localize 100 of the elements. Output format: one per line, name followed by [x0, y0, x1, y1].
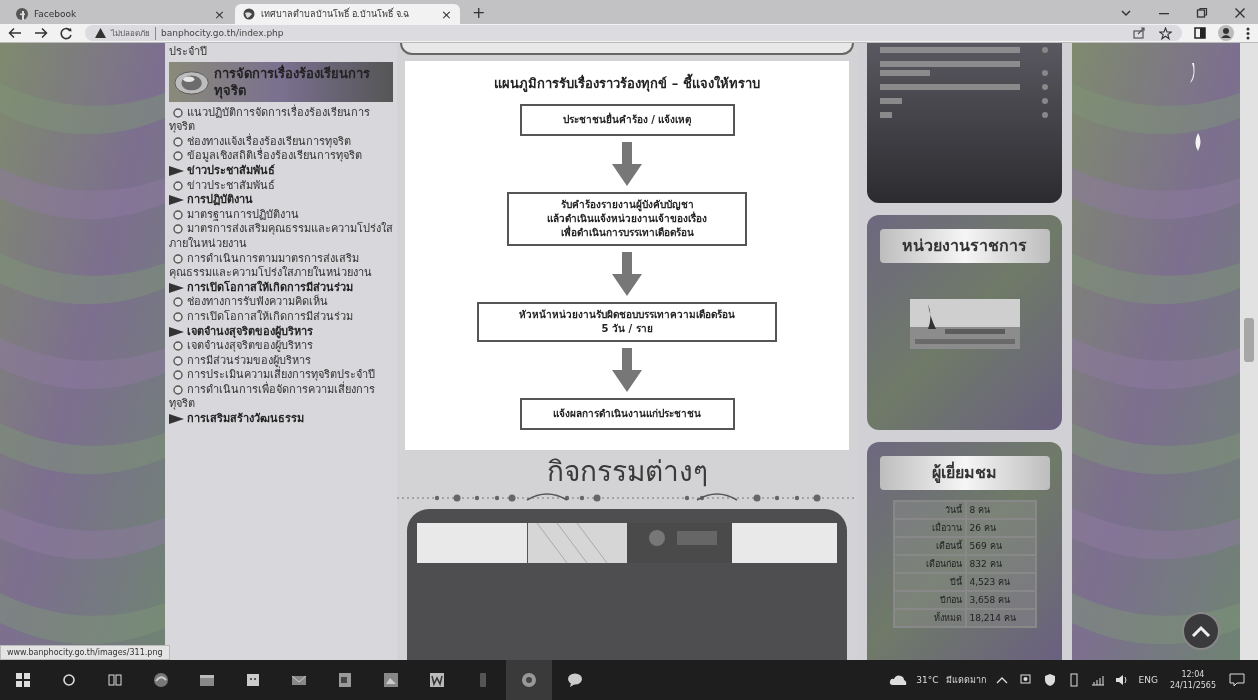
triangle-bullet-icon — [169, 414, 184, 425]
restore-icon[interactable] — [1196, 7, 1208, 19]
menu-link[interactable]: มาตรการส่งเสริมคุณธรรมและความโปร่งใสภายในหน่วยงาน — [169, 222, 393, 252]
temperature-text[interactable]: 31°C — [916, 675, 939, 685]
menu-link[interactable]: ข้อมูลเชิงสถิติเรื่องร้องเรียนการทุจริต — [169, 149, 393, 164]
menu-link[interactable]: ช่องทางการรับฟังความคิดเห็น — [169, 295, 393, 310]
circle-bullet-icon — [173, 341, 183, 352]
flowchart-title: แผนภูมิการรับเรื่องราวร้องทุกข์ – ชี้แจงให้ทราบ — [494, 73, 760, 94]
status-url: www.banphocity.go.th/images/311.png — [0, 645, 170, 660]
step-text: 5 วัน / ราย — [600, 322, 654, 336]
menu-link[interactable]: เจตจำนงสุจริตของผู้บริหาร — [169, 339, 393, 354]
stat-value: 832 คน — [965, 555, 1036, 573]
panel-title: ผู้เยี่ยมชม — [879, 456, 1050, 490]
menu-link[interactable]: ช่องทางแจ้งเรื่องร้องเรียนการทุจริต — [169, 134, 393, 150]
menu-heading[interactable]: การเปิดโอกาสให้เกิดการมีส่วนร่วม — [187, 280, 353, 294]
tab-title: เทศบาลตำบลบ้านโพธิ์ อ.บ้านโพธิ์ จ.ฉ — [261, 7, 411, 21]
weather-text[interactable]: มีแดดมาก — [946, 673, 987, 687]
calendar-icon[interactable] — [245, 672, 261, 688]
step-text: แล้วดำเนินแจ้งหน่วยงานเจ้าของเรื่อง — [515, 212, 739, 226]
language-indicator[interactable]: ENG — [1138, 675, 1158, 685]
section-title: การจัดการเรื่องร้องเรียนการทุจริต — [214, 64, 372, 99]
menu-heading[interactable]: การปฏิบัติงาน — [187, 193, 253, 207]
flow-arrow — [612, 348, 642, 392]
stat-label: เมื่อวาน — [893, 519, 966, 537]
star-icon[interactable] — [1159, 26, 1172, 40]
warning-icon — [95, 28, 106, 38]
globe-icon — [243, 8, 255, 20]
menu-link[interactable]: แนวปฏิบัติการจัดการเรื่องร้องเรียนการทุจริต — [169, 105, 393, 135]
circle-app-icon[interactable] — [521, 672, 537, 688]
menu-link[interactable]: การดำเนินการตามมาตรการส่งเสริมคุณธรรมและความโปร่งใสภายในหน่วยงาน — [169, 251, 393, 281]
start-button[interactable] — [15, 672, 31, 688]
circle-bullet-icon — [173, 209, 183, 220]
notification-icon[interactable] — [1229, 672, 1245, 688]
step-text: เพื่อดำเนินการบรรเทาเดือดร้อน — [559, 226, 695, 240]
social-icon — [16, 8, 28, 20]
window-icon[interactable] — [199, 672, 215, 688]
close-tab-button[interactable]: × — [441, 6, 452, 22]
shield-icon[interactable] — [1043, 673, 1058, 687]
reload-icon[interactable] — [60, 26, 73, 40]
chat-icon[interactable] — [567, 672, 583, 688]
close-icon[interactable] — [1234, 7, 1246, 19]
scrollbar-thumb[interactable] — [1244, 318, 1254, 362]
more-menu-icon[interactable] — [1246, 26, 1250, 40]
circle-bullet-icon — [173, 136, 183, 147]
step-text: หัวหน้าหน่วยงานรับผิดชอบบรรเทาความเดือดร้อน — [518, 308, 736, 322]
network-icon[interactable] — [1091, 673, 1106, 687]
globe-icon[interactable] — [153, 672, 169, 688]
circle-bullet-icon — [173, 180, 183, 191]
tab-title: Facebook — [34, 9, 78, 19]
scrollbar[interactable] — [1240, 43, 1258, 660]
stat-label: ปีก่อน — [893, 591, 966, 609]
menu-link[interactable]: การเปิดโอกาสให้เกิดการมีส่วนร่วม — [169, 309, 393, 325]
stat-value: 4,523 คน — [965, 573, 1036, 591]
clock-time[interactable]: 12:04 — [1181, 669, 1205, 680]
panel-title: หน่วยงานราชการ — [879, 229, 1050, 263]
share-icon[interactable] — [1133, 27, 1146, 39]
address-bar[interactable]: ไม่ปลอดภัย banphocity.go.th/index.php — [85, 25, 1182, 41]
stat-label: ทั้งหมด — [893, 609, 966, 627]
stat-value: 18,214 คน — [965, 609, 1036, 627]
circle-bullet-icon — [173, 151, 183, 162]
new-tab-button[interactable]: + — [462, 3, 496, 24]
circle-bullet-icon — [173, 107, 183, 118]
step-text: รับคำร้องรายงานผู้บังคับบัญชา — [560, 198, 694, 212]
circle-bullet-icon — [173, 253, 183, 264]
stat-value: 26 คน — [965, 519, 1036, 537]
url-text: banphocity.go.th/index.php — [161, 28, 284, 38]
triangle-bullet-icon — [169, 282, 184, 293]
circle-bullet-icon — [173, 370, 183, 381]
menu-link[interactable]: มาตรฐานการปฏิบัติงาน — [169, 207, 393, 223]
step-text: ประชาชนยื่นคำร้อง / แจ้งเหตุ — [561, 113, 693, 127]
section-heading: กิจกรรมต่างๆ — [546, 454, 708, 490]
clock-date[interactable]: 24/11/2565 — [1169, 680, 1216, 691]
forward-arrow-icon[interactable] — [34, 27, 48, 39]
menu-link[interactable]: ข่าวประชาสัมพันธ์ — [169, 178, 393, 194]
menu-item[interactable]: ประจำปี — [169, 43, 393, 60]
photo-icon[interactable] — [383, 672, 399, 688]
menu-heading[interactable]: ข่าวประชาสัมพันธ์ — [187, 163, 275, 177]
chevron-down-icon[interactable] — [1120, 7, 1132, 19]
back-arrow-icon[interactable] — [8, 27, 22, 39]
task-view-icon[interactable] — [107, 672, 123, 688]
close-tab-button[interactable]: × — [214, 6, 225, 22]
stat-value: 8 คน — [965, 501, 1036, 519]
circle-bullet-icon — [173, 384, 183, 395]
chevron-up-icon — [1191, 625, 1211, 637]
stat-value: 3,658 คน — [965, 591, 1036, 609]
search-icon[interactable] — [61, 672, 77, 688]
menu-heading[interactable]: การเสริมสร้างวัฒนธรรม — [187, 412, 304, 426]
step-text: แจ้งผลการดำเนินงานแก่ประชาชน — [552, 407, 702, 421]
browser-tab[interactable]: เทศบาลตำบลบ้านโพธิ์ อ.บ้านโพธิ์ จ.ฉ × — [235, 4, 460, 24]
speaker-icon[interactable] — [1115, 673, 1130, 687]
triangle-bullet-icon — [169, 195, 184, 206]
side-panel-icon[interactable] — [1194, 27, 1206, 39]
document-icon[interactable] — [337, 672, 353, 688]
menu-heading[interactable]: เจตจำนงสุจริตของผู้บริหาร — [187, 324, 313, 338]
avatar-icon[interactable] — [1218, 25, 1234, 41]
meeting-icon[interactable] — [1019, 673, 1034, 687]
cloud-icon[interactable] — [889, 674, 908, 686]
menu-link[interactable]: การมีส่วนร่วมของผู้บริหาร — [169, 353, 393, 369]
menu-link[interactable]: การดำเนินการเพื่อจัดการความเสี่ยงการทุจริต — [169, 382, 393, 413]
word-icon[interactable] — [429, 672, 445, 688]
